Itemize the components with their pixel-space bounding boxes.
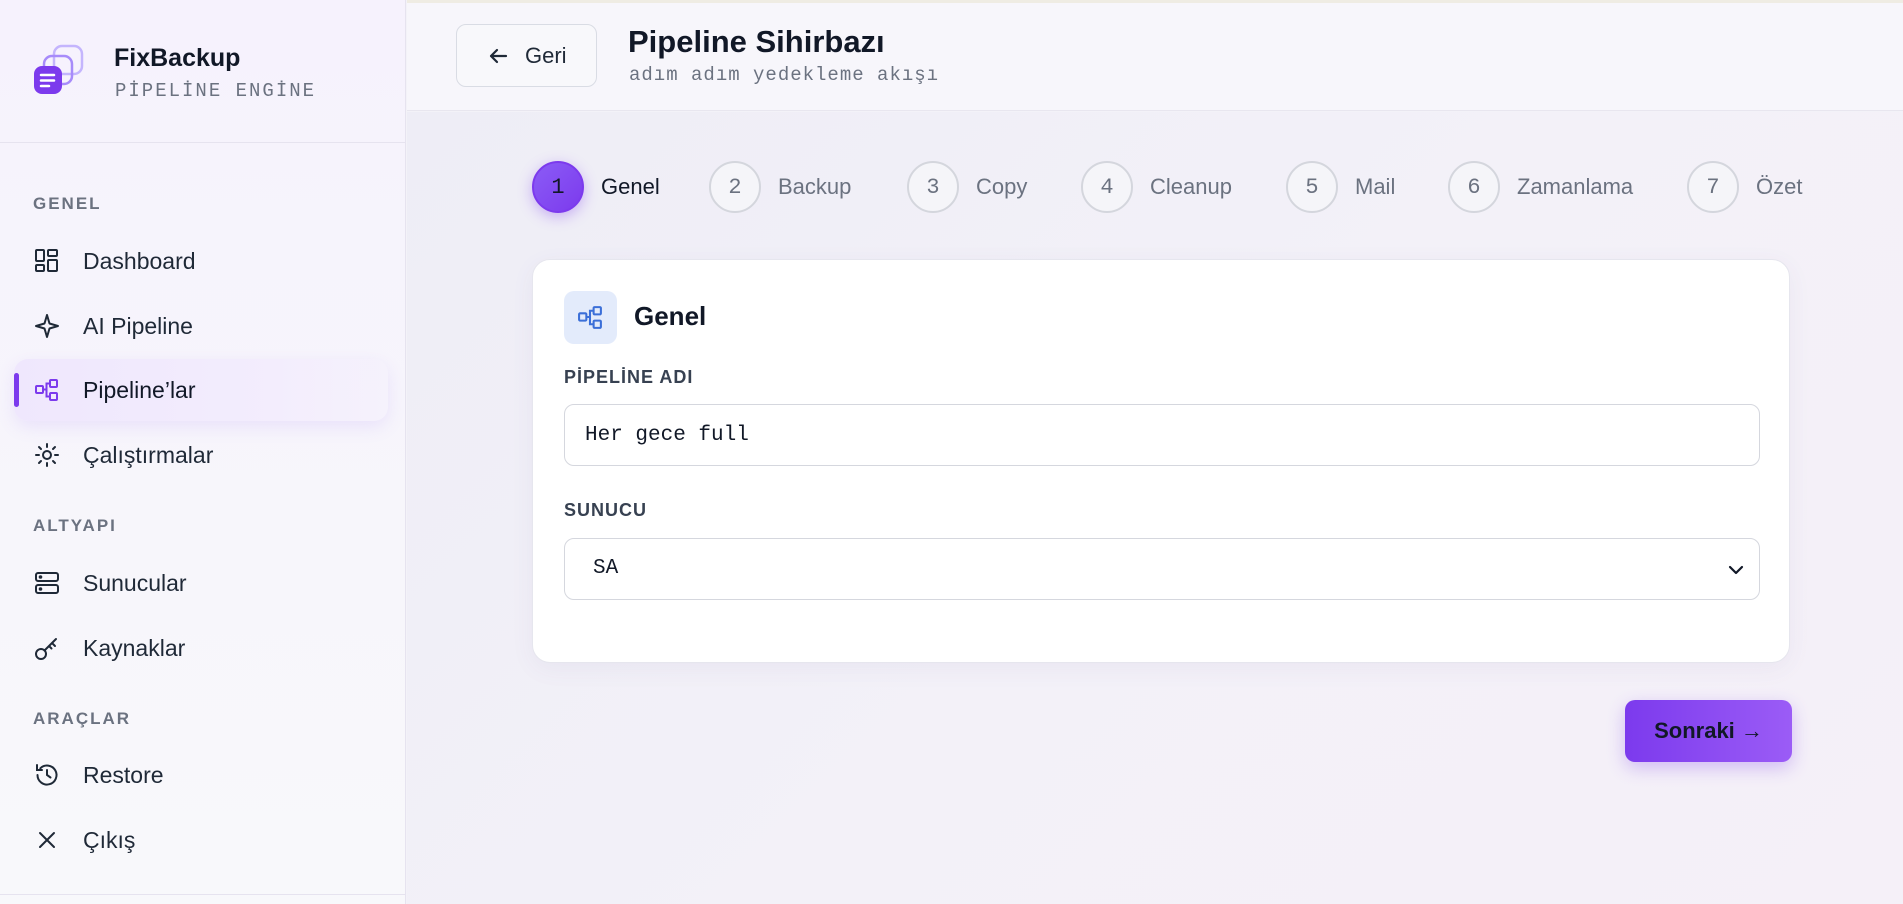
step-backup[interactable]: 2 Backup bbox=[709, 161, 851, 213]
active-indicator bbox=[14, 373, 19, 407]
sparkle-icon bbox=[35, 314, 59, 338]
arrow-left-icon bbox=[489, 48, 508, 64]
sidebar-item-pipelines[interactable]: Pipeline’lar bbox=[14, 359, 388, 421]
main-content: 1 Genel 2 Backup 3 Copy 4 Cleanup 5 Mail… bbox=[407, 112, 1903, 904]
sidebar-item-label: Sunucular bbox=[83, 569, 187, 596]
sidebar-item-label: AI Pipeline bbox=[83, 312, 193, 339]
page-subtitle: adım adım yedekleme akışı bbox=[629, 64, 940, 86]
server-label: SUNUCU bbox=[564, 500, 648, 520]
step-label: Özet bbox=[1756, 174, 1803, 199]
logo-icon bbox=[34, 44, 84, 94]
next-button[interactable]: Sonraki → bbox=[1625, 700, 1792, 762]
chevron-down-icon bbox=[1728, 565, 1744, 575]
step-number: 7 bbox=[1687, 161, 1739, 213]
brand-name: FixBackup bbox=[114, 44, 241, 72]
step-number: 3 bbox=[907, 161, 959, 213]
history-icon bbox=[36, 764, 58, 786]
pipeline-name-label: PİPELİNE ADI bbox=[564, 367, 694, 387]
page-title: Pipeline Sihirbazı bbox=[628, 24, 885, 59]
step-number: 6 bbox=[1448, 161, 1500, 213]
step-copy[interactable]: 3 Copy bbox=[907, 161, 1027, 213]
brand: FixBackup PİPELİNE ENGİNE bbox=[0, 0, 406, 143]
sidebar-item-restore[interactable]: Restore bbox=[14, 744, 388, 806]
sidebar-item-label: Restore bbox=[83, 761, 164, 788]
step-genel[interactable]: 1 Genel bbox=[532, 161, 660, 213]
general-card: Genel PİPELİNE ADI SUNUCU SA bbox=[532, 259, 1790, 663]
pipeline-name-field[interactable] bbox=[564, 404, 1760, 466]
step-mail[interactable]: 5 Mail bbox=[1286, 161, 1395, 213]
server-select-value: SA bbox=[593, 557, 619, 580]
sidebar-item-resources[interactable]: Kaynaklar bbox=[14, 617, 388, 679]
sidebar-item-label: Pipeline’lar bbox=[83, 376, 196, 403]
key-icon bbox=[35, 638, 57, 660]
sidebar-item-servers[interactable]: Sunucular bbox=[14, 552, 388, 614]
step-number: 5 bbox=[1286, 161, 1338, 213]
step-label: Mail bbox=[1355, 174, 1396, 199]
step-cleanup[interactable]: 4 Cleanup bbox=[1081, 161, 1232, 213]
sidebar-item-label: Dashboard bbox=[83, 247, 196, 274]
step-label: Zamanlama bbox=[1517, 174, 1634, 199]
step-number: 2 bbox=[709, 161, 761, 213]
sidebar-item-logout[interactable]: Çıkış bbox=[14, 809, 388, 871]
sidebar: FixBackup PİPELİNE ENGİNE GENEL Dashboar… bbox=[0, 0, 406, 904]
server-icon bbox=[35, 572, 59, 594]
step-label: Genel bbox=[601, 174, 660, 199]
step-label: Copy bbox=[976, 174, 1028, 199]
top-line bbox=[407, 0, 1903, 3]
section-label-altyapi: ALTYAPI bbox=[33, 516, 117, 535]
step-zamanlama[interactable]: 6 Zamanlama bbox=[1448, 161, 1633, 213]
close-icon bbox=[39, 832, 55, 848]
step-number: 4 bbox=[1081, 161, 1133, 213]
sidebar-item-label: Kaynaklar bbox=[83, 634, 186, 661]
sidebar-item-ai-pipeline[interactable]: AI Pipeline bbox=[14, 295, 388, 357]
card-icon bbox=[564, 291, 617, 344]
step-number: 1 bbox=[532, 161, 584, 213]
step-label: Backup bbox=[778, 174, 852, 199]
sidebar-item-label: Çıkış bbox=[83, 826, 136, 853]
pipeline-name-input[interactable] bbox=[565, 405, 1759, 465]
dashboard-icon bbox=[35, 249, 58, 272]
sidebar-item-runs[interactable]: Çalıştırmalar bbox=[14, 424, 388, 486]
header: Geri Pipeline Sihirbazı adım adım yedekl… bbox=[407, 0, 1903, 111]
step-label: Cleanup bbox=[1150, 174, 1232, 199]
section-label-araclar: ARAÇLAR bbox=[33, 709, 132, 728]
brand-subtitle: PİPELİNE ENGİNE bbox=[115, 80, 317, 102]
back-button-label: Geri bbox=[525, 43, 567, 68]
back-button[interactable]: Geri bbox=[456, 24, 597, 87]
card-title: Genel bbox=[634, 301, 707, 331]
step-ozet[interactable]: 7 Özet bbox=[1687, 161, 1802, 213]
sidebar-item-label: Çalıştırmalar bbox=[83, 441, 214, 468]
pipeline-icon bbox=[35, 379, 58, 401]
section-label-genel: GENEL bbox=[33, 194, 102, 213]
server-select[interactable]: SA bbox=[564, 538, 1760, 600]
pipeline-icon bbox=[578, 306, 602, 329]
sun-icon bbox=[35, 443, 59, 467]
divider bbox=[0, 894, 406, 895]
sidebar-item-dashboard[interactable]: Dashboard bbox=[14, 230, 388, 292]
